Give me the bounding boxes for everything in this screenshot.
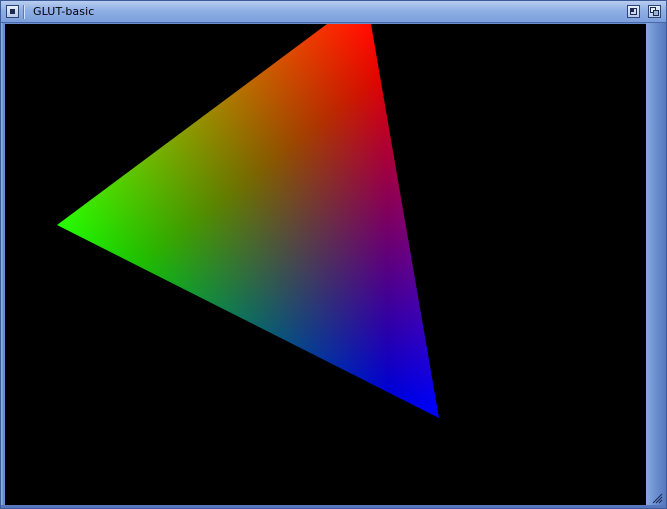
title-separator [23,5,25,19]
title-bar[interactable]: GLUT-basic [1,1,666,23]
gl-canvas[interactable] [5,24,646,505]
left-window-border [1,23,4,508]
depth-gadget-icon[interactable] [648,5,661,18]
bottom-window-border [1,505,666,508]
resize-grip-icon[interactable] [651,492,663,504]
triangle-group [57,24,439,418]
close-gadget-icon[interactable] [6,5,19,18]
zoom-gadget-icon[interactable] [627,5,640,18]
window-title: GLUT-basic [33,5,95,18]
gl-render-surface [57,24,439,418]
glut-window: GLUT-basic [0,0,667,509]
right-window-border [646,23,666,508]
triangle-blue-layer [57,24,439,418]
